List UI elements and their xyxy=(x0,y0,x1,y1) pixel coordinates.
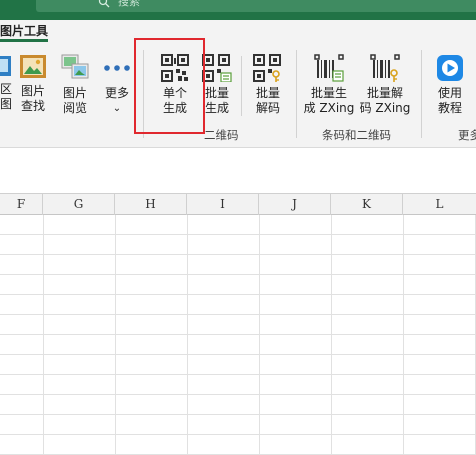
tab-picture-tools[interactable]: 图片工具 xyxy=(0,22,52,42)
column-header-row: F G H I J K L xyxy=(0,193,476,215)
partial-button[interactable]: 区 图 xyxy=(0,54,12,112)
barcode-icon xyxy=(314,54,344,82)
more-dots-icon xyxy=(104,65,130,71)
column-header-k[interactable]: K xyxy=(331,194,403,215)
button-separator xyxy=(241,56,242,116)
ribbon: 区 图 图片 查找 图片 阅览 更多 ⌄ 单个 生成 批量 生成 批量 解码 二… xyxy=(0,42,476,148)
play-icon xyxy=(437,55,463,81)
barcode-group-label: 条码和二维码 xyxy=(322,128,391,142)
column-header-g[interactable]: G xyxy=(43,194,115,215)
more-group-label: 更多 xyxy=(458,128,476,142)
title-bar: 搜索 xyxy=(0,0,476,20)
column-header-h[interactable]: H xyxy=(115,194,187,215)
image-gallery-icon xyxy=(61,54,89,79)
image-icon xyxy=(0,56,11,76)
column-header-i[interactable]: I xyxy=(187,194,259,215)
column-header-j[interactable]: J xyxy=(259,194,331,215)
ribbon-tab-strip: 图片工具 xyxy=(0,20,476,42)
group-separator xyxy=(421,50,422,138)
formula-area xyxy=(0,149,476,193)
image-browse-button[interactable]: 图片 阅览 xyxy=(58,54,92,116)
barcode-batch-decode-button[interactable]: 批量解 码 ZXing xyxy=(358,54,412,116)
search-icon xyxy=(98,0,110,8)
chevron-down-icon: ⌄ xyxy=(112,103,122,114)
image-search-icon xyxy=(20,55,46,78)
column-header-f[interactable]: F xyxy=(0,194,43,215)
image-search-button[interactable]: 图片 查找 xyxy=(16,54,50,114)
more-button[interactable]: 更多 ⌄ xyxy=(100,54,134,116)
group-separator xyxy=(296,50,297,138)
search-box[interactable]: 搜索 xyxy=(36,0,476,12)
qr-batch-generate-icon xyxy=(202,54,232,82)
qr-batch-decode-button[interactable]: 批量 解码 xyxy=(249,54,287,116)
cell-grid[interactable] xyxy=(0,215,476,455)
barcode-decode-icon xyxy=(370,54,400,82)
barcode-batch-generate-button[interactable]: 批量生 成 ZXing xyxy=(302,54,356,116)
tab-picture-tools-label: 图片工具 xyxy=(0,24,49,38)
search-placeholder: 搜索 xyxy=(118,0,140,8)
qr-decode-icon xyxy=(253,54,281,82)
highlight-box xyxy=(134,38,205,134)
qr-group-label: 二维码 xyxy=(204,128,239,142)
column-header-l[interactable]: L xyxy=(403,194,476,215)
tutorial-button[interactable]: 使用 教程 xyxy=(430,54,470,116)
